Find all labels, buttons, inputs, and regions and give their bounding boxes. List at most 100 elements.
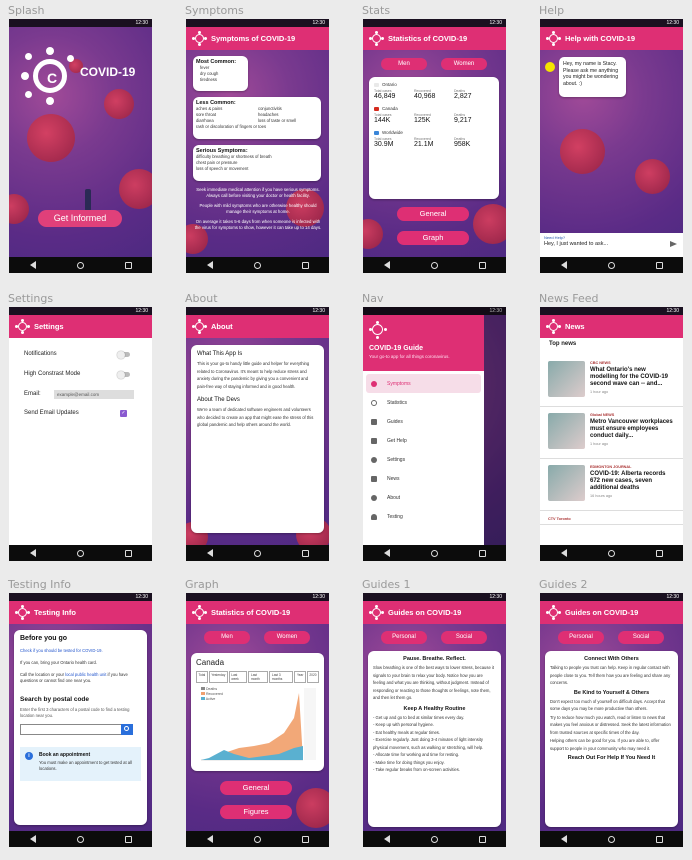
general-button[interactable]: General [220, 781, 292, 795]
virus-logo-icon [546, 605, 561, 620]
list-item: - Allocate time for working and time for… [373, 752, 460, 757]
symptoms-screen: 12:30 Symptoms of COVID-19 Most Common: … [186, 19, 329, 273]
back-icon[interactable] [29, 549, 36, 557]
range-button[interactable]: Total [196, 671, 208, 683]
recents-icon[interactable] [301, 835, 309, 843]
app-bar: About [186, 315, 329, 338]
recents-icon[interactable] [655, 549, 663, 557]
nav-item-about[interactable]: About [363, 488, 484, 507]
devs-text: We're a team of dedicated software engin… [197, 407, 314, 427]
recents-icon[interactable] [301, 261, 309, 269]
nav-item-news[interactable]: News [363, 469, 484, 488]
nav-bar [540, 545, 683, 561]
home-icon[interactable] [76, 261, 84, 269]
news-item[interactable]: CTV Toronto [540, 511, 683, 525]
home-icon[interactable] [76, 549, 84, 557]
back-icon[interactable] [29, 261, 36, 269]
recovered-area [201, 693, 303, 760]
recents-icon[interactable] [478, 835, 486, 843]
email-field[interactable]: example@email.com [54, 390, 134, 399]
nav-item-label: Get Help [387, 437, 407, 444]
back-icon[interactable] [383, 835, 390, 843]
range-button[interactable]: Yesterday [208, 671, 228, 683]
general-button[interactable]: General [397, 207, 469, 221]
search-button[interactable] [121, 724, 133, 735]
back-icon[interactable] [560, 261, 567, 269]
back-icon[interactable] [206, 261, 213, 269]
public-health-link[interactable]: local public health unit [65, 672, 106, 677]
chat-input[interactable]: Hey, I just wanted to ask... [544, 241, 679, 247]
app-bar: Settings [9, 315, 152, 338]
back-icon[interactable] [560, 549, 567, 557]
tab-women[interactable]: Women [264, 631, 310, 644]
nav-item-statistics[interactable]: Statistics [363, 393, 484, 412]
back-icon[interactable] [206, 549, 213, 557]
home-icon[interactable] [607, 549, 615, 557]
nav-item-symptoms[interactable]: Symptoms [366, 374, 481, 393]
nav-item-testing[interactable]: Testing [363, 507, 484, 526]
recents-icon[interactable] [655, 835, 663, 843]
recents-icon[interactable] [124, 261, 132, 269]
contrast-toggle[interactable] [117, 370, 130, 379]
recents-icon[interactable] [478, 261, 486, 269]
about-heading: What This App Is [197, 351, 243, 357]
range-button[interactable]: Last 3 months [269, 671, 294, 683]
range-button[interactable]: 2020 [306, 671, 319, 683]
figures-button[interactable]: Figures [220, 805, 292, 819]
stat-value: 46,849 [374, 93, 396, 100]
back-icon[interactable] [560, 835, 567, 843]
range-button[interactable]: Last month [248, 671, 269, 683]
home-icon[interactable] [430, 835, 438, 843]
area-chart [201, 688, 316, 761]
postal-code-input[interactable] [20, 724, 133, 735]
email-label: Email: [24, 391, 41, 397]
notifications-toggle[interactable] [117, 350, 130, 359]
recents-icon[interactable] [301, 549, 309, 557]
page-title: News [565, 322, 585, 331]
home-icon[interactable] [430, 261, 438, 269]
home-icon[interactable] [76, 835, 84, 843]
send-icon[interactable] [670, 241, 677, 247]
nav-bar [186, 831, 329, 847]
guide-text: Slow breathing is one of the best ways t… [373, 665, 495, 700]
news-item[interactable]: CBC NEWS What Ontario's new modelling for… [540, 355, 683, 407]
nav-item-label: Settings [387, 456, 406, 463]
virus-logo-icon: C [21, 47, 79, 105]
tab-social[interactable]: Social [618, 631, 664, 644]
updates-checkbox[interactable]: ✓ [120, 410, 127, 417]
range-button[interactable]: Year [294, 671, 306, 683]
tab-social[interactable]: Social [441, 631, 487, 644]
nav-item-guides[interactable]: Guides [363, 412, 484, 431]
news-item[interactable]: Global NEWS Metro Vancouver workplaces mu… [540, 407, 683, 459]
tab-personal[interactable]: Personal [558, 631, 604, 644]
range-button[interactable]: Last week [228, 671, 248, 683]
get-informed-button[interactable]: Get Informed [38, 210, 122, 227]
guide-heading: Connect With Others [584, 656, 639, 662]
eligibility-link[interactable]: Check if you should be tested for COVID-… [20, 648, 141, 654]
back-icon[interactable] [206, 835, 213, 843]
page-title: Guides on COVID-19 [565, 608, 639, 617]
recents-icon[interactable] [124, 835, 132, 843]
home-icon[interactable] [253, 261, 261, 269]
home-icon[interactable] [430, 549, 438, 557]
recents-icon[interactable] [124, 549, 132, 557]
tab-men[interactable]: Men [204, 631, 250, 644]
page-title: Symptoms of COVID-19 [211, 34, 296, 43]
home-icon[interactable] [253, 549, 261, 557]
back-icon[interactable] [383, 549, 390, 557]
home-icon[interactable] [607, 261, 615, 269]
tab-women[interactable]: Women [441, 58, 487, 70]
nav-item-settings[interactable]: Settings [363, 450, 484, 469]
back-icon[interactable] [383, 261, 390, 269]
back-icon[interactable] [29, 835, 36, 843]
graph-button[interactable]: Graph [397, 231, 469, 245]
recents-icon[interactable] [478, 549, 486, 557]
home-icon[interactable] [607, 835, 615, 843]
news-item[interactable]: EDMONTON JOURNAL COVID-19: Alberta record… [540, 459, 683, 511]
tab-personal[interactable]: Personal [381, 631, 427, 644]
home-icon[interactable] [253, 835, 261, 843]
nav-item-help[interactable]: Get Help [363, 431, 484, 450]
virus-logo-icon [192, 319, 207, 334]
recents-icon[interactable] [655, 261, 663, 269]
tab-men[interactable]: Men [381, 58, 427, 70]
